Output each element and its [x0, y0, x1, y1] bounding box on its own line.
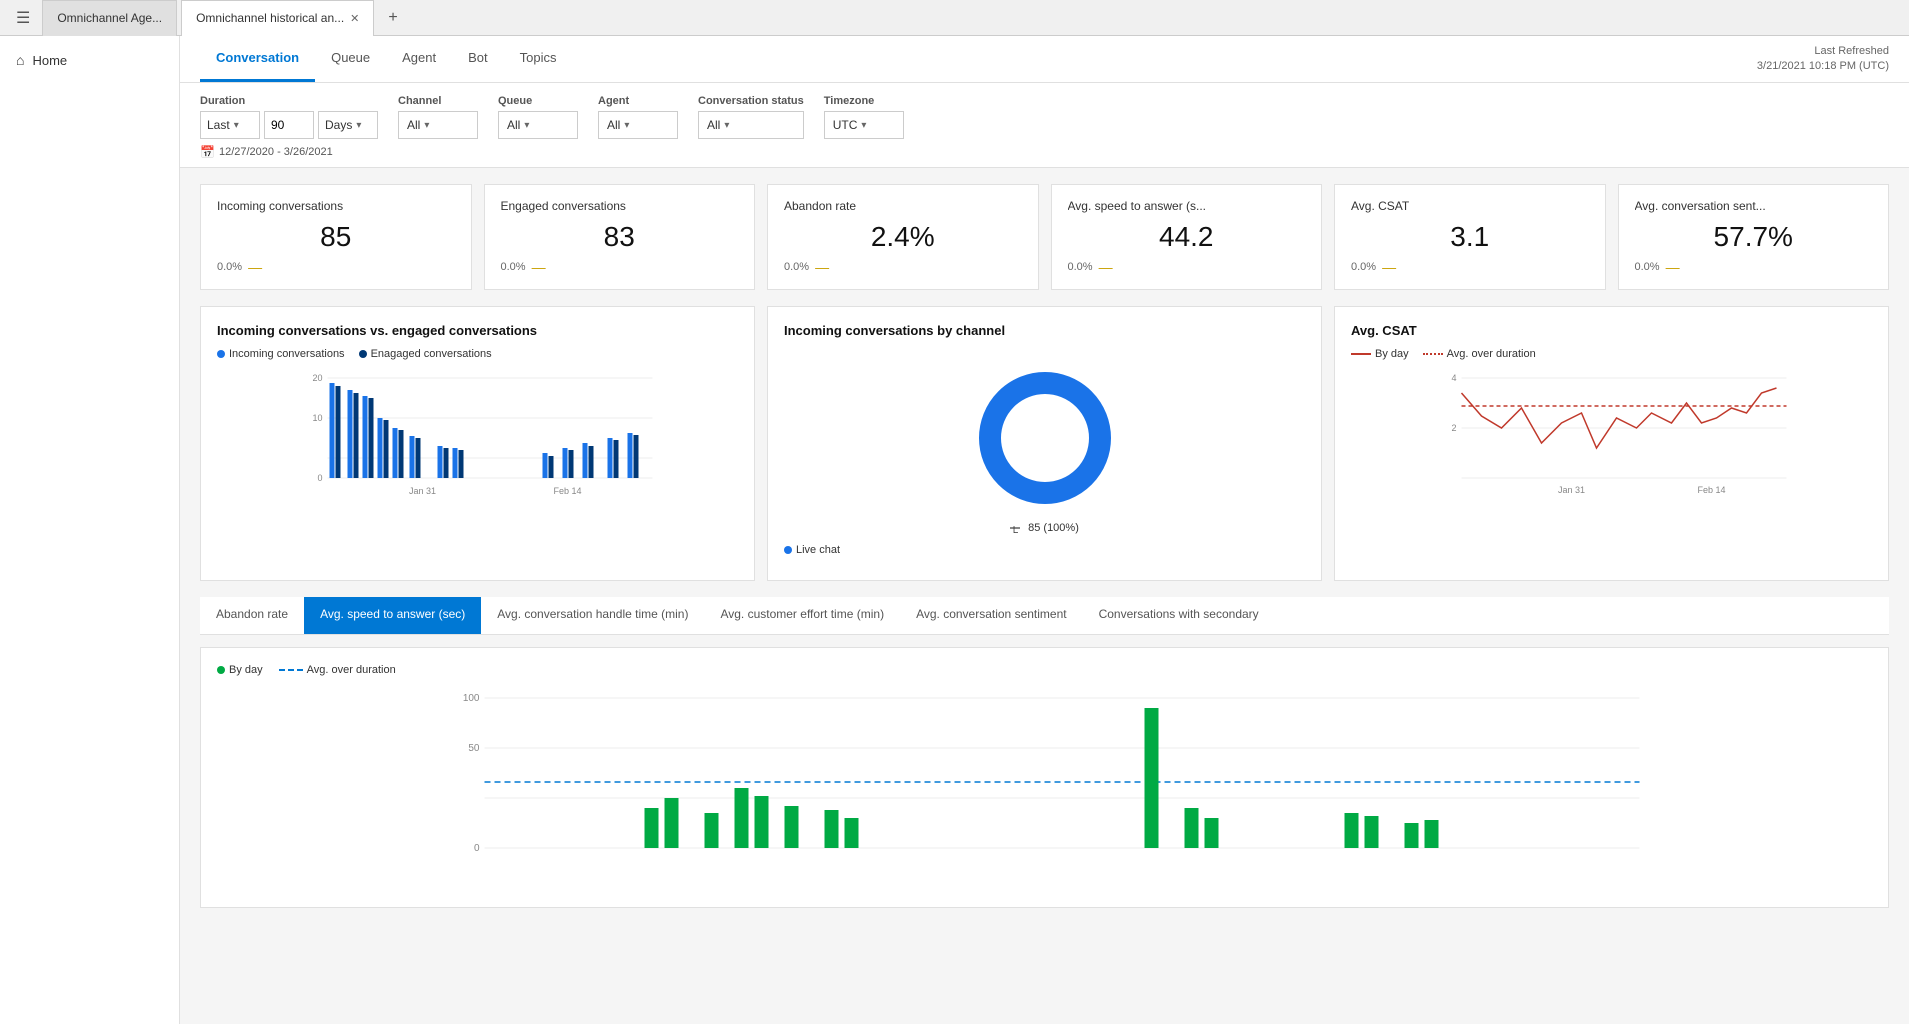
bar-chart-card: Incoming conversations vs. engaged conve… [200, 306, 755, 581]
sidebar-item-home[interactable]: ⌂ Home [0, 44, 179, 76]
add-tab-button[interactable]: + [378, 5, 407, 31]
kpi-card-csat: Avg. CSAT 3.1 0.0% — [1334, 184, 1606, 290]
tab-queue[interactable]: Queue [315, 36, 386, 82]
filters-bar: Duration Last ▾ Days ▾ [180, 83, 1909, 168]
bottom-chart-card: By day Avg. over duration 100 50 0 [200, 647, 1889, 908]
timezone-select[interactable]: UTC ▾ [824, 111, 904, 139]
charts-section: Incoming conversations vs. engaged conve… [180, 306, 1909, 597]
line-chart-card: Avg. CSAT By day Avg. over duration [1334, 306, 1889, 581]
timezone-filter: Timezone UTC ▾ [824, 95, 904, 139]
avg-dashed-line-icon [279, 669, 303, 671]
hamburger-menu-icon[interactable]: ☰ [8, 4, 38, 32]
bottom-tab-abandon[interactable]: Abandon rate [200, 597, 304, 634]
nav-tabs: Conversation Queue Agent Bot Topics [200, 36, 572, 82]
svg-text:100: 100 [463, 693, 480, 704]
date-range: 📅 12/27/2020 - 3/26/2021 [200, 145, 1889, 159]
byday-legend-line [1351, 353, 1371, 355]
chevron-down-icon: ▾ [356, 120, 361, 131]
bottom-chart-legend: By day Avg. over duration [217, 664, 1872, 676]
kpi-card-engaged: Engaged conversations 83 0.0% — [484, 184, 756, 290]
queue-filter: Queue All ▾ [498, 95, 578, 139]
calendar-icon: 📅 [200, 145, 215, 159]
channel-filter: Channel All ▾ [398, 95, 478, 139]
queue-select[interactable]: All ▾ [498, 111, 578, 139]
channel-select[interactable]: All ▾ [398, 111, 478, 139]
svg-text:4: 4 [1451, 373, 1456, 383]
svg-text:0: 0 [474, 843, 480, 854]
chevron-down-icon: ▾ [724, 120, 729, 131]
chevron-down-icon: ▾ [234, 120, 239, 131]
tab-conversation[interactable]: Conversation [200, 36, 315, 82]
close-tab-icon[interactable]: ✕ [350, 12, 359, 25]
sidebar: ⌂ Home [0, 36, 180, 1024]
duration-preset-select[interactable]: Last ▾ [200, 111, 260, 139]
bottom-tab-handle[interactable]: Avg. conversation handle time (min) [481, 597, 704, 634]
svg-text:20: 20 [312, 373, 322, 383]
kpi-card-incoming: Incoming conversations 85 0.0% — [200, 184, 472, 290]
chevron-down-icon: ▾ [424, 120, 429, 131]
donut-legend: Live chat [784, 544, 1305, 556]
bottom-tab-speed[interactable]: Avg. speed to answer (sec) [304, 597, 481, 634]
tab-topics[interactable]: Topics [504, 36, 573, 82]
chevron-down-icon: ▾ [624, 120, 629, 131]
donut-chart: └ 85 (100%) [784, 348, 1305, 544]
svg-text:50: 50 [468, 743, 480, 754]
kpi-card-sentiment: Avg. conversation sent... 57.7% 0.0% — [1618, 184, 1890, 290]
chevron-down-icon: ▾ [861, 120, 866, 131]
engaged-legend-dot [359, 350, 367, 358]
avg-legend-line [1423, 353, 1443, 355]
svg-text:0: 0 [317, 473, 322, 483]
tab-omnichannel-agent[interactable]: Omnichannel Age... [42, 0, 177, 36]
chevron-down-icon: ▾ [524, 120, 529, 131]
bottom-tabs-section: Abandon rate Avg. speed to answer (sec) … [180, 597, 1909, 635]
bottom-tab-effort[interactable]: Avg. customer effort time (min) [704, 597, 900, 634]
svg-text:Jan 31: Jan 31 [1558, 485, 1585, 495]
svg-text:Feb 14: Feb 14 [1697, 485, 1725, 495]
top-navigation: Conversation Queue Agent Bot Topics Last… [180, 36, 1909, 83]
svg-text:Feb 14: Feb 14 [553, 486, 581, 496]
duration-value-input[interactable] [264, 111, 314, 139]
line-chart-legend: By day Avg. over duration [1351, 348, 1872, 360]
agent-select[interactable]: All ▾ [598, 111, 678, 139]
svg-text:10: 10 [312, 413, 322, 423]
bottom-tab-secondary[interactable]: Conversations with secondary [1083, 597, 1275, 634]
svg-text:2: 2 [1451, 423, 1456, 433]
conversation-status-filter: Conversation status All ▾ [698, 95, 804, 139]
agent-filter: Agent All ▾ [598, 95, 678, 139]
last-refreshed: Last Refreshed 3/21/2021 10:18 PM (UTC) [1757, 44, 1889, 75]
bottom-tabs: Abandon rate Avg. speed to answer (sec) … [200, 597, 1889, 635]
tab-agent[interactable]: Agent [386, 36, 452, 82]
tab-bot[interactable]: Bot [452, 36, 504, 82]
duration-filter: Duration Last ▾ Days ▾ [200, 95, 378, 139]
tab-omnichannel-historical[interactable]: Omnichannel historical an... ✕ [181, 0, 374, 36]
livechat-legend-dot [784, 546, 792, 554]
byday-dot-icon [217, 666, 225, 674]
kpi-section: Incoming conversations 85 0.0% — Engaged… [180, 168, 1909, 306]
home-icon: ⌂ [16, 52, 24, 68]
incoming-legend-dot [217, 350, 225, 358]
conversation-status-select[interactable]: All ▾ [698, 111, 804, 139]
browser-tab-bar: ☰ Omnichannel Age... Omnichannel histori… [0, 0, 1909, 36]
main-container: ⌂ Home Conversation Queue Agent Bot Topi… [0, 36, 1909, 1024]
bar-chart-legend: Incoming conversations Enagaged conversa… [217, 348, 738, 360]
donut-chart-card: Incoming conversations by channel └ 85 (… [767, 306, 1322, 581]
svg-text:Jan 31: Jan 31 [409, 486, 436, 496]
bottom-tab-sentiment[interactable]: Avg. conversation sentiment [900, 597, 1083, 634]
kpi-card-abandon: Abandon rate 2.4% 0.0% — [767, 184, 1039, 290]
bar-chart: 20 10 0 [217, 368, 738, 511]
duration-unit-select[interactable]: Days ▾ [318, 111, 378, 139]
content-area: Conversation Queue Agent Bot Topics Last… [180, 36, 1909, 1024]
kpi-card-speed: Avg. speed to answer (s... 44.2 0.0% — [1051, 184, 1323, 290]
